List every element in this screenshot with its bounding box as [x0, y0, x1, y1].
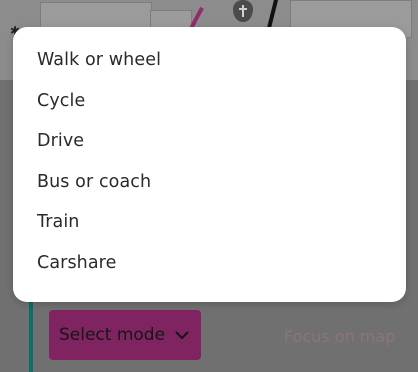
menu-item-cycle[interactable]: Cycle — [13, 81, 406, 122]
route-line — [29, 290, 33, 372]
menu-item-bus-or-coach[interactable]: Bus or coach — [13, 162, 406, 203]
chevron-down-icon — [175, 331, 189, 340]
menu-item-carshare[interactable]: Carshare — [13, 243, 406, 284]
select-mode-button[interactable]: Select mode — [49, 310, 201, 360]
menu-item-train[interactable]: Train — [13, 202, 406, 243]
menu-item-drive[interactable]: Drive — [13, 121, 406, 162]
focus-on-map-link[interactable]: Focus on map — [284, 327, 395, 346]
transport-mode-menu: Walk or wheel Cycle Drive Bus or coach T… — [13, 27, 406, 302]
select-mode-label: Select mode — [59, 325, 166, 345]
place-of-worship-pin-icon[interactable] — [233, 0, 253, 22]
menu-item-walk-or-wheel[interactable]: Walk or wheel — [13, 40, 406, 81]
